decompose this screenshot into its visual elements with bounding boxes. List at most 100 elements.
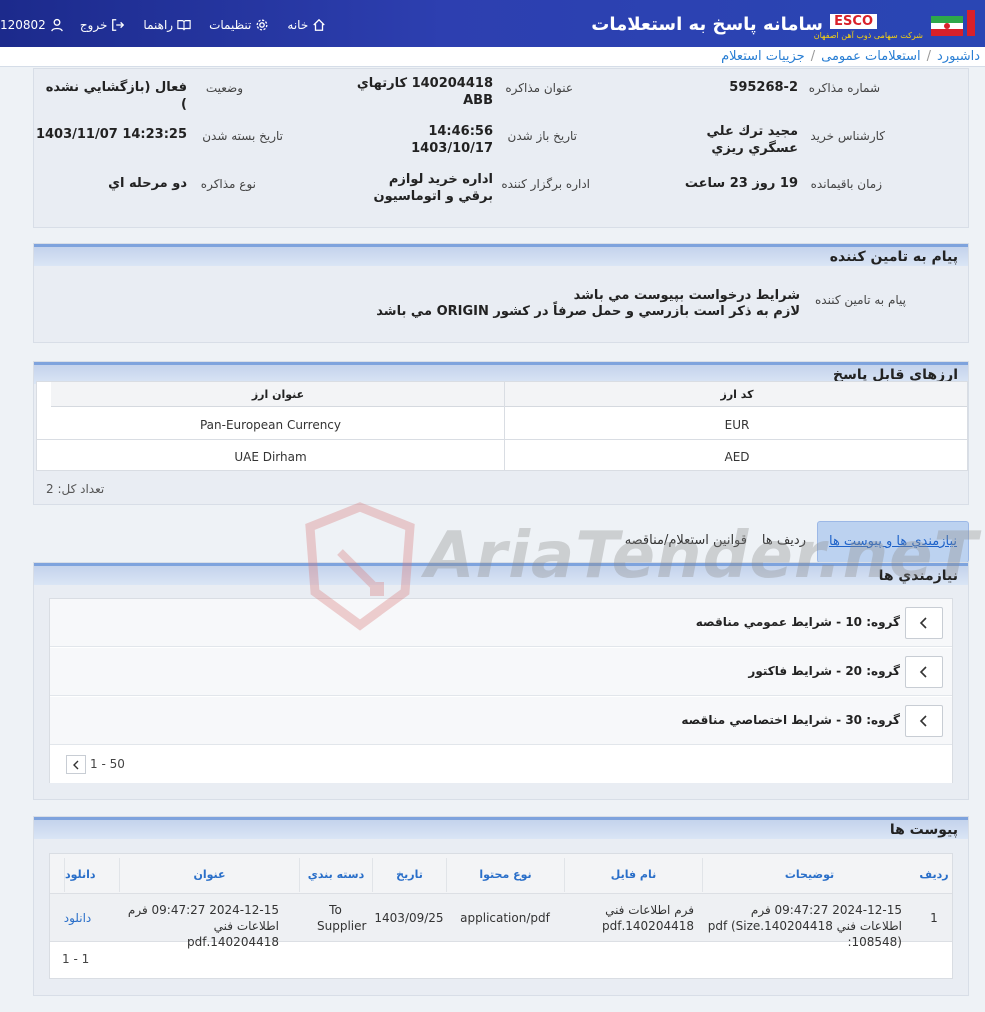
attachment-row-number: 1 <box>930 911 938 925</box>
list-item[interactable]: گروه: 10 - شرايط عمومي مناقصه <box>50 599 952 647</box>
supplier-message-text: شرايط درخواست بپيوست مي باشد لازم به ذكر… <box>376 288 800 320</box>
status-value: فعال (بازگشايي نشده ) <box>45 80 187 112</box>
expand-button[interactable] <box>905 705 943 737</box>
home-icon <box>313 18 325 31</box>
inquiry-number-value: 595268-2 <box>729 80 798 95</box>
top-bar: ESCO شرکت سهامی ذوب آهن اصفهان سامانه پا… <box>0 0 985 47</box>
group-title: گروه: 30 - شرايط اختصاصي مناقصه <box>681 713 900 727</box>
supplier-message-line1: شرايط درخواست بپيوست مي باشد <box>573 288 800 303</box>
tab-rules[interactable]: قوانين استعلام/مناقصه <box>625 533 747 548</box>
currency-code: EUR <box>724 418 750 432</box>
help-button[interactable]: راهنما <box>143 18 191 32</box>
attachments-panel: پیوست ها ردیف توضیحات نام فایل نوع محتوا… <box>33 816 969 996</box>
currency-title: UAE Dirham <box>234 450 307 464</box>
help-label: راهنما <box>143 18 174 32</box>
app-title: سامانه پاسخ به استعلامات <box>591 14 823 35</box>
user-account[interactable]: 120802 <box>0 18 64 32</box>
company-logo-icon <box>931 10 975 36</box>
requirements-pager: 1 - 50 <box>50 747 952 783</box>
requirements-panel: نیازمندي ها گروه: 10 - شرايط عمومي مناقص… <box>33 562 969 800</box>
attachment-title: 2024-12-15 09:47:27 فرم اطلاعات فني 1402… <box>127 903 279 949</box>
col-category-header: دسته بندي <box>299 858 372 892</box>
requirements-list: گروه: 10 - شرايط عمومي مناقصه گروه: 20 -… <box>49 598 953 783</box>
remaining-value: 19 روز 23 ساعت <box>684 176 798 191</box>
buyer-label: کارشناس خرید <box>810 129 885 143</box>
currency-title-header: عنوان ارز <box>251 388 305 401</box>
expand-button[interactable] <box>905 656 943 688</box>
currency-title: Pan-European Currency <box>199 418 342 432</box>
dept-value: اداره خريد لوازم برقي و اتوماسيون <box>373 172 493 204</box>
logout-label: خروج <box>79 18 108 32</box>
group-title: گروه: 10 - شرايط عمومي مناقصه <box>695 615 900 629</box>
col-upload-date-header: تاریخ بارگزاري <box>372 858 446 915</box>
list-item[interactable]: گروه: 20 - شرايط فاكتور <box>50 648 952 696</box>
pager-range: 1 - 50 <box>90 757 125 771</box>
gear-icon <box>256 19 268 31</box>
currencies-panel: ارزهاي قابل پاسخ کد ارز عنوان ارز EUR Pa… <box>33 361 969 505</box>
chevron-left-icon <box>919 666 927 678</box>
currencies-table: کد ارز عنوان ارز EUR Pan-European Curren… <box>36 381 969 471</box>
list-item[interactable]: گروه: 30 - شرايط اختصاصي مناقصه <box>50 697 952 745</box>
dept-label: اداره برگزار کننده <box>501 177 590 191</box>
settings-button[interactable]: تنظیمات <box>209 18 269 32</box>
pager-prev-button[interactable] <box>66 755 86 774</box>
attachments-table-header: ردیف توضیحات نام فایل نوع محتوا تاریخ با… <box>50 854 952 915</box>
logout-icon <box>112 19 125 31</box>
close-date-label: تاریخ بسته شدن <box>202 129 283 143</box>
attachment-description: 2024-12-15 09:47:27 فرم اطلاعات فني 1402… <box>707 903 902 949</box>
home-button[interactable]: خانه <box>287 18 326 32</box>
type-label: نوع مذاکره <box>200 177 256 191</box>
breadcrumb-inquiry-details[interactable]: جزییات استعلام <box>721 49 805 64</box>
chevron-left-icon <box>919 715 927 727</box>
col-content-type-header: نوع محتوا <box>446 858 564 892</box>
tab-requirements-attachments[interactable]: نیازمندي ها و پیوست ها <box>817 521 969 563</box>
tab-bar: نیازمندي ها و پیوست ها رديف ها قوانين اس… <box>33 521 969 563</box>
attachment-upload-date: 1403/09/25 <box>374 911 444 925</box>
breadcrumb: ه داشبورد / استعلامات عمومی / جزییات است… <box>0 47 985 67</box>
currency-code-header: کد ارز <box>720 388 754 401</box>
top-nav: 120802 خروج راهنما تنظیمات خانه <box>0 14 344 36</box>
supplier-message-label: پیام به تامین کننده <box>815 293 906 307</box>
brand-name: ESCO <box>830 14 877 29</box>
brand-subtitle: شرکت سهامی ذوب آهن اصفهان <box>813 31 923 40</box>
inquiry-title-label: عنوان مذاکره <box>505 81 573 95</box>
attachments-table: ردیف توضیحات نام فایل نوع محتوا تاریخ با… <box>49 853 953 979</box>
col-title-header: عنوان <box>119 858 299 892</box>
open-date-label: تاریخ باز شدن <box>507 129 577 143</box>
breadcrumb-public-inquiries[interactable]: استعلامات عمومی <box>821 49 921 64</box>
settings-label: تنظیمات <box>209 18 252 32</box>
tab-rows[interactable]: رديف ها <box>762 533 806 548</box>
inquiry-info-panel: شماره مذاکره 595268-2 عنوان مذاکره 14020… <box>33 68 969 228</box>
buyer-value: مجيد ترك علي عسگري ريزي <box>706 124 798 156</box>
book-icon <box>177 20 191 31</box>
attachment-download-link[interactable]: دانلود <box>50 910 105 926</box>
currency-code: AED <box>724 450 750 464</box>
attachments-pager-range: 1 - 1 <box>62 952 90 966</box>
table-row: 1 2024-12-15 09:47:27 فرم اطلاعات فني 14… <box>50 894 952 949</box>
supplier-message-line2: لازم به ذكر است بازرسي و حمل صرفاً در كش… <box>376 304 800 319</box>
chevron-left-icon <box>919 617 927 629</box>
attachment-filename: فرم اطلاعات فني 140204418.pdf <box>601 903 694 933</box>
col-row-header: ردیف <box>919 868 949 881</box>
user-id: 120802 <box>0 18 46 32</box>
inquiry-title-value: 140204418 كارتهاي ABB <box>356 76 493 108</box>
col-filename-header: نام فایل <box>564 858 702 892</box>
attachments-header: پیوست ها <box>34 817 968 839</box>
supplier-message-panel: پیام به تامین کننده پیام به تامین کننده … <box>33 243 969 343</box>
remaining-label: زمان باقیمانده <box>810 177 882 191</box>
attachment-category: To Supplier <box>317 903 367 933</box>
supplier-message-header: پیام به تامین کننده <box>34 244 968 266</box>
expand-button[interactable] <box>905 607 943 639</box>
inquiry-number-label: شماره مذاکره <box>808 81 880 95</box>
attachment-content-type: application/pdf <box>460 911 550 925</box>
open-date-value: 14:46:56 1403/10/17 <box>411 124 493 156</box>
user-icon <box>50 18 63 32</box>
breadcrumb-dashboard[interactable]: ه داشبورد <box>937 49 985 64</box>
logout-button[interactable]: خروج <box>80 18 126 32</box>
col-desc-header: توضیحات <box>702 858 916 892</box>
requirements-header: نیازمندي ها <box>34 563 968 585</box>
type-value: دو مرحله اي <box>108 176 187 191</box>
col-download-header: دانلود <box>64 858 119 892</box>
group-title: گروه: 20 - شرايط فاكتور <box>748 664 900 678</box>
home-label: خانه <box>287 18 309 32</box>
